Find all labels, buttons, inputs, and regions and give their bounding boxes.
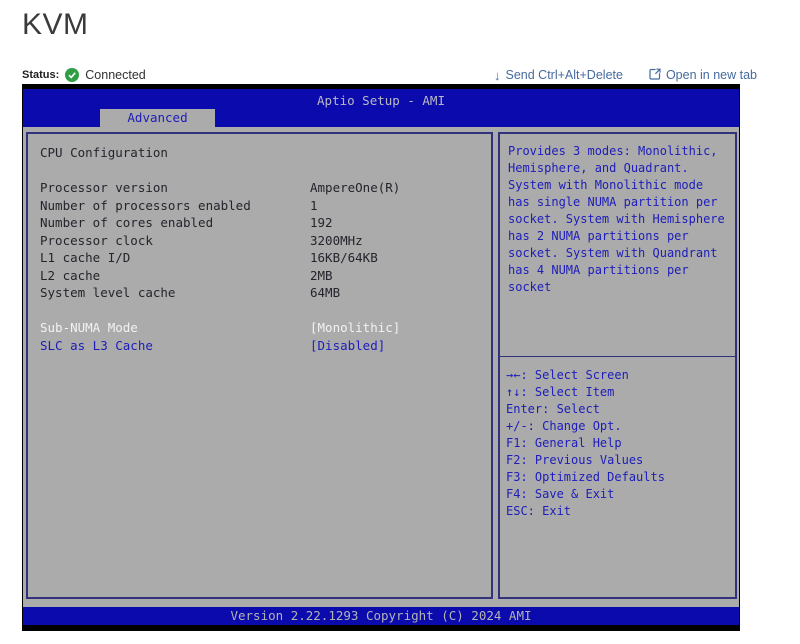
item-help-text: Provides 3 modes: Monolithic, Hemisphere… <box>500 134 735 357</box>
kvm-actions: ↓ Send Ctrl+Alt+Delete Open in new tab <box>494 66 757 84</box>
connected-check-icon <box>65 68 80 82</box>
info-row-l2-cache: L2 cache 2MB <box>40 267 333 283</box>
key-f4-save-exit: F4: Save & Exit <box>506 487 615 501</box>
option-slc-as-l3-cache[interactable]: SLC as L3 Cache [Disabled] <box>40 337 485 355</box>
status-value: Connected <box>85 68 146 82</box>
key-f3-defaults: F3: Optimized Defaults <box>506 470 665 484</box>
page-title: KVM <box>22 8 89 41</box>
bios-content: CPU Configuration Processor version Ampe… <box>23 127 739 607</box>
down-arrow-icon: ↓ <box>494 67 501 83</box>
send-ctrl-alt-delete-label: Send Ctrl+Alt+Delete <box>505 68 623 82</box>
kvm-remote-screen-canvas[interactable]: Aptio Setup - AMI Advanced CPU Configura… <box>22 84 740 631</box>
key-select-item: ↑↓: Select Item <box>506 385 615 399</box>
info-row-processor-clock: Processor clock 3200MHz <box>40 232 363 248</box>
key-change-opt: +/-: Change Opt. <box>506 419 622 433</box>
tab-advanced[interactable]: Advanced <box>100 109 215 127</box>
bios-header-bar: Aptio Setup - AMI Advanced <box>23 89 739 127</box>
info-row-system-level-cache: System level cache 64MB <box>40 285 341 300</box>
status-label: Status: <box>22 69 60 81</box>
key-f2-previous: F2: Previous Values <box>506 453 644 467</box>
send-ctrl-alt-delete-button[interactable]: ↓ Send Ctrl+Alt+Delete <box>494 68 623 82</box>
open-in-new-tab-label: Open in new tab <box>665 68 757 82</box>
kvm-page: KVM Status: Connected ↓ Send Ctrl+Alt+De… <box>0 0 800 644</box>
open-in-new-tab-button[interactable]: Open in new tab <box>649 68 757 83</box>
key-select-screen: →←: Select Screen <box>506 368 629 382</box>
info-row-num-cores: Number of cores enabled 192 <box>40 215 333 230</box>
key-esc-exit: ESC: Exit <box>506 504 572 518</box>
bios-help-panel: Provides 3 modes: Monolithic, Hemisphere… <box>498 132 737 599</box>
info-row-num-processors: Number of processors enabled 1 <box>40 197 318 213</box>
bios-version-bar: Version 2.22.1293 Copyright (C) 2024 AMI <box>23 607 739 625</box>
bios-setup-screen: Aptio Setup - AMI Advanced CPU Configura… <box>23 89 739 625</box>
key-legend: →←: Select Screen ↑↓: Select Item Enter:… <box>500 358 735 520</box>
key-f1-help: F1: General Help <box>506 436 622 450</box>
info-row-l1-cache: L1 cache I/D 16KB/64KB <box>40 250 378 265</box>
bios-title: Aptio Setup - AMI <box>317 93 445 108</box>
status-bar: Status: Connected <box>22 66 146 84</box>
option-sub-numa-mode[interactable]: Sub-NUMA Mode [Monolithic] <box>40 319 485 337</box>
external-link-icon <box>649 68 661 83</box>
section-title: CPU Configuration <box>40 145 168 160</box>
bios-settings-panel: CPU Configuration Processor version Ampe… <box>26 132 493 599</box>
key-enter-select: Enter: Select <box>506 402 600 416</box>
info-row-processor-version: Processor version AmpereOne(R) <box>40 180 401 195</box>
